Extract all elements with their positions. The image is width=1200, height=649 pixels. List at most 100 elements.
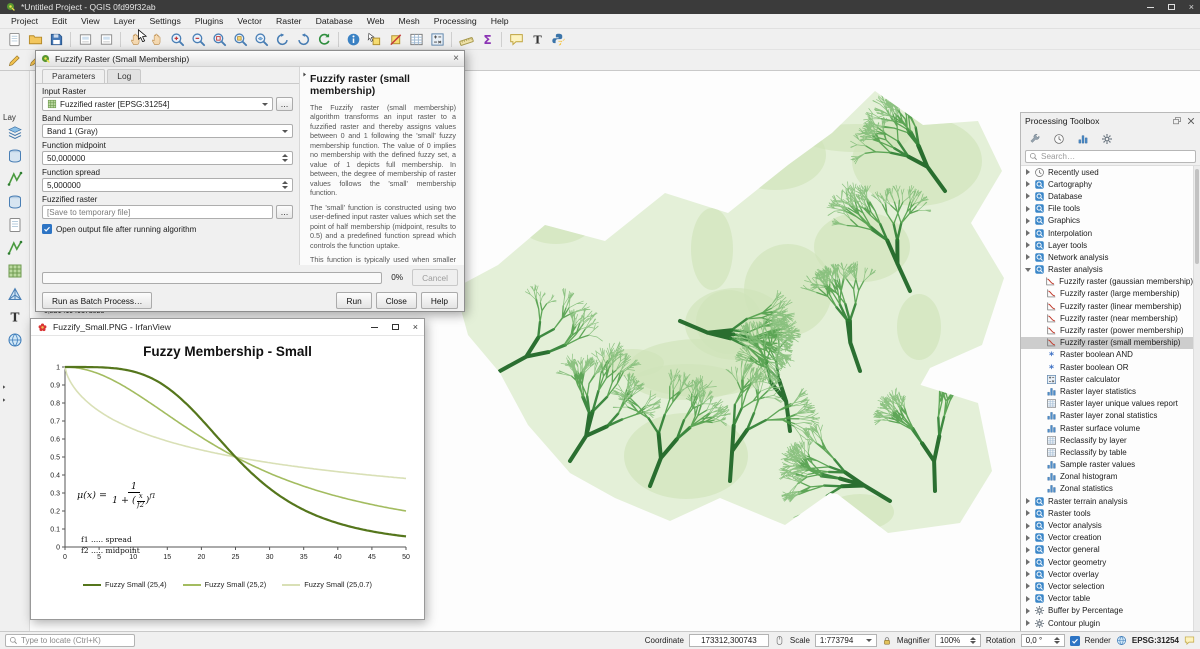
toolbox-item-cartography[interactable]: Cartography [1021,178,1193,190]
band-number-combo[interactable]: Band 1 (Gray) [42,124,293,138]
refresh-map-icon[interactable] [314,30,334,49]
function-midpoint-spinbox[interactable]: 50,000000 [42,151,293,165]
toolbox-options-icon[interactable] [1097,129,1117,148]
toolbox-item-interpolation[interactable]: Interpolation [1021,227,1193,239]
identify-features-icon[interactable] [343,30,363,49]
toolbox-item-fuzzify-raster-near-membership[interactable]: Fuzzify raster (near membership) [1021,312,1193,324]
toolbox-item-vector-general[interactable]: Vector general [1021,544,1193,556]
toolbox-item-fuzzify-raster-small-membership[interactable]: Fuzzify raster (small membership) [1021,337,1193,349]
toolbox-item-sample-raster-values[interactable]: Sample raster values [1021,459,1193,471]
toolbox-results-icon[interactable] [1073,129,1093,148]
expand-arrow-icon[interactable] [1024,510,1031,516]
menu-web[interactable]: Web [360,16,392,26]
expand-arrow-icon[interactable] [1024,169,1031,175]
expand-arrow-icon[interactable] [1024,583,1031,589]
run-button[interactable]: Run [336,292,371,309]
toolbox-models-icon[interactable] [1025,129,1045,148]
expand-arrow-icon[interactable] [1024,571,1031,577]
toolbox-history-icon[interactable] [1049,129,1069,148]
irfanview-titlebar[interactable]: Fuzzify_Small.PNG - IrfanView × [31,319,424,336]
lock-scale-icon[interactable] [882,636,892,646]
layout-manager-icon[interactable] [96,30,116,49]
deselect-features-icon[interactable] [385,30,405,49]
expand-arrow-icon[interactable] [1024,498,1031,504]
save-project-icon[interactable] [46,30,66,49]
expand-arrow-icon[interactable] [1024,230,1031,236]
rotation-spinbox[interactable]: 0,0 ° [1021,634,1065,647]
toolbox-item-raster-layer-statistics[interactable]: Raster layer statistics [1021,385,1193,397]
toolbox-item-raster-calculator[interactable]: Raster calculator [1021,373,1193,385]
close-panel-icon[interactable] [1186,116,1196,126]
panel-expand-arrow-icon[interactable] [1,384,7,390]
expand-arrow-icon[interactable] [1024,535,1031,541]
field-calculator-icon[interactable] [427,30,447,49]
toolbox-item-vector-analysis[interactable]: Vector analysis [1021,519,1193,531]
zoom-full-icon[interactable] [209,30,229,49]
toolbox-item-vector-table[interactable]: Vector table [1021,593,1193,605]
float-panel-icon[interactable] [1172,116,1182,126]
toolbox-item-zonal-histogram[interactable]: Zonal histogram [1021,471,1193,483]
expand-arrow-icon[interactable] [1024,547,1031,553]
function-spread-spinbox[interactable]: 5,000000 [42,178,293,192]
toolbox-item-raster-layer-zonal-statistics[interactable]: Raster layer zonal statistics [1021,410,1193,422]
cancel-button[interactable]: Cancel [412,269,458,286]
menu-edit[interactable]: Edit [45,16,74,26]
toolbox-item-fuzzify-raster-power-membership[interactable]: Fuzzify raster (power membership) [1021,324,1193,336]
input-raster-browse-button[interactable]: … [276,97,293,111]
menu-database[interactable]: Database [309,16,360,26]
close-button[interactable]: × [1189,2,1194,12]
menu-mesh[interactable]: Mesh [392,16,427,26]
panel-expand-arrow-icon[interactable] [1,397,7,403]
expand-arrow-icon[interactable] [1024,268,1031,272]
toolbox-item-reclassify-by-layer[interactable]: Reclassify by layer [1021,434,1193,446]
dialog-titlebar[interactable]: Fuzzify Raster (Small Membership) × [36,51,464,67]
scrollbar-thumb[interactable] [1195,169,1199,264]
spin-stepper[interactable] [970,637,976,645]
new-spatialite-layer-icon[interactable] [5,192,25,211]
zoom-last-icon[interactable] [272,30,292,49]
menu-help[interactable]: Help [484,16,516,26]
minimize-button[interactable] [1147,7,1154,8]
open-output-checkbox[interactable] [42,224,52,234]
toolbox-item-raster-surface-volume[interactable]: Raster surface volume [1021,422,1193,434]
current-edits-icon[interactable] [4,51,24,70]
close-button[interactable]: × [413,322,418,332]
tab-log[interactable]: Log [107,69,141,83]
expand-arrow-icon[interactable] [1024,218,1031,224]
menu-settings[interactable]: Settings [142,16,187,26]
minimize-button[interactable] [371,327,378,328]
close-dialog-button[interactable]: Close [376,292,417,309]
zoom-to-layer-icon[interactable] [251,30,271,49]
coordinate-input[interactable]: 173312,300743 [689,634,769,647]
extents-tracking-icon[interactable] [774,635,785,646]
toolbox-item-raster-analysis[interactable]: Raster analysis [1021,264,1193,276]
toolbox-item-graphics[interactable]: Graphics [1021,215,1193,227]
render-checkbox[interactable] [1070,636,1080,646]
magnifier-spinbox[interactable]: 100% [935,634,981,647]
toolbox-item-vector-creation[interactable]: Vector creation [1021,532,1193,544]
python-console-icon[interactable] [548,30,568,49]
toolbox-item-vector-overlay[interactable]: Vector overlay [1021,568,1193,580]
menu-plugins[interactable]: Plugins [188,16,231,26]
expand-arrow-icon[interactable] [1024,254,1031,260]
zoom-out-icon[interactable] [188,30,208,49]
add-mesh-layer-icon[interactable] [5,284,25,303]
zoom-next-icon[interactable] [293,30,313,49]
menu-processing[interactable]: Processing [427,16,484,26]
toolbox-search-input[interactable]: Search… [1025,150,1196,163]
help-button[interactable]: Help [421,292,458,309]
tree-scrollbar[interactable] [1193,166,1200,631]
toolbox-item-buffer-by-percentage[interactable]: Buffer by Percentage [1021,605,1193,617]
new-print-layout-icon[interactable] [75,30,95,49]
expand-arrow-icon[interactable] [1024,206,1031,212]
toolbox-item-raster-boolean-or[interactable]: *Raster boolean OR [1021,361,1193,373]
new-shapefile-layer-icon[interactable] [5,169,25,188]
dialog-close-button[interactable]: × [453,54,459,64]
messages-icon[interactable] [1184,635,1195,646]
zoom-in-icon[interactable] [167,30,187,49]
maximize-button[interactable] [392,324,399,330]
toolbox-item-fuzzify-raster-gaussian-membership[interactable]: Fuzzify raster (gaussian membership) [1021,276,1193,288]
toolbox-item-network-analysis[interactable]: Network analysis [1021,251,1193,263]
toolbox-item-raster-boolean-and[interactable]: *Raster boolean AND [1021,349,1193,361]
scale-combo[interactable]: 1:773794 [815,634,877,647]
